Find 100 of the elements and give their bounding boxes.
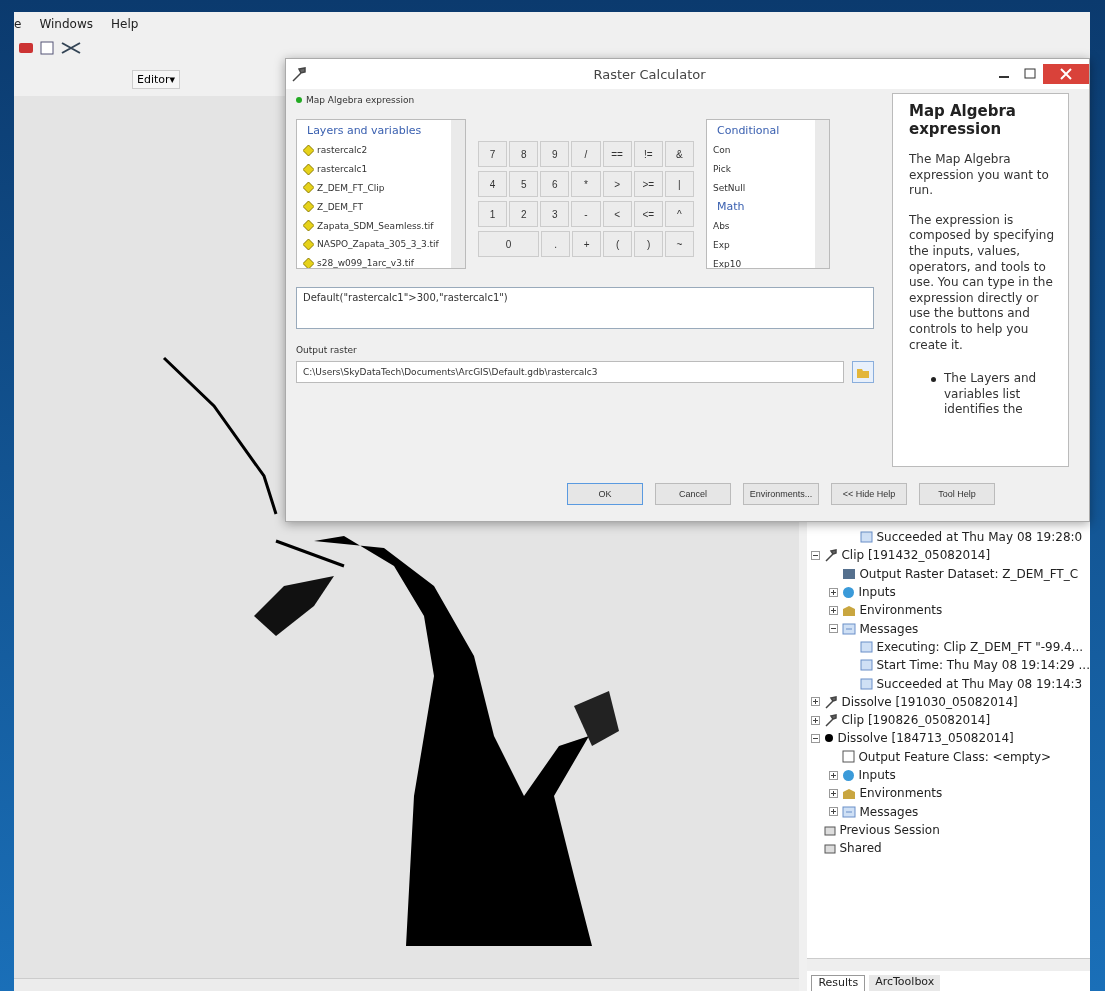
calculator-key[interactable]: 1 — [478, 201, 508, 227]
scroll-bar[interactable] — [807, 958, 1090, 971]
help-text: The Layers and variables list identifies the — [944, 371, 1038, 418]
calculator-key[interactable]: - — [571, 201, 601, 227]
tree-item[interactable]: Succeeded at Thu May 08 19:14:3 — [876, 676, 1083, 691]
calculator-key[interactable]: 9 — [540, 141, 570, 167]
layers-list[interactable]: Layers and variables rastercalc2 rastercalc1 Z_DEM_FT_Clip Z_DEM_FT Zapata_SDM_Seamless.tif NASPO_Zapata_305_3_3.tif s28_w099_1arc_v3.tif — [296, 119, 466, 269]
tree-item[interactable]: Shared — [839, 841, 882, 856]
list-item[interactable]: rastercalc2 — [317, 145, 368, 156]
list-item[interactable]: NASPO_Zapata_305_3_3.tif — [317, 239, 439, 250]
section-title: Map Algebra expression — [306, 95, 415, 105]
calculator-key[interactable]: + — [572, 231, 602, 257]
tree-item[interactable]: Dissolve [191030_05082014] — [841, 694, 1018, 709]
list-item[interactable]: Zapata_SDM_Seamless.tif — [317, 220, 434, 231]
expander[interactable] — [829, 807, 840, 817]
tree-item[interactable]: Dissolve [184713_05082014] — [837, 731, 1014, 746]
expander[interactable] — [811, 715, 822, 725]
dialog-button[interactable]: << Hide Help — [831, 483, 907, 505]
window-icon[interactable] — [40, 41, 54, 55]
dialog-button[interactable]: Environments... — [743, 483, 819, 505]
expression-field[interactable]: Default("rastercalc1">300,"rastercalc1") — [296, 287, 874, 329]
calculator-key[interactable]: 8 — [509, 141, 539, 167]
diamond-icon — [303, 201, 314, 213]
calculator-key[interactable]: ( — [603, 231, 633, 257]
calculator-key[interactable]: / — [571, 141, 601, 167]
list-item[interactable]: Abs — [713, 217, 813, 236]
tree-item[interactable]: Succeeded at Thu May 08 19:28:0 — [876, 530, 1083, 545]
calculator-key[interactable]: 7 — [478, 141, 508, 167]
panel-tab[interactable]: Results — [811, 975, 866, 991]
tree-item[interactable]: Output Feature Class: <empty> — [858, 749, 1052, 764]
calculator-key[interactable]: ~ — [665, 231, 694, 257]
panel-tab[interactable]: ArcToolbox — [869, 975, 941, 991]
close-button[interactable] — [1043, 64, 1089, 84]
expander[interactable] — [829, 587, 840, 597]
tree-item[interactable]: Clip [191432_05082014] — [841, 548, 991, 563]
list-item[interactable]: Exp — [713, 236, 813, 255]
tree-item[interactable]: Environments — [859, 603, 943, 618]
expander[interactable] — [811, 733, 822, 743]
expander[interactable] — [829, 770, 840, 780]
calculator-key[interactable]: 3 — [540, 201, 570, 227]
menu-item[interactable]: Windows — [39, 17, 93, 31]
dialog-button[interactable]: OK — [567, 483, 643, 505]
calculator-key[interactable]: . — [541, 231, 571, 257]
menu-item[interactable]: Help — [110, 17, 139, 31]
calculator-key[interactable]: <= — [633, 201, 663, 227]
calculator-key[interactable]: > — [602, 171, 632, 197]
list-item[interactable]: Pick — [713, 160, 813, 179]
calculator-key[interactable]: 2 — [509, 201, 539, 227]
message-icon — [860, 531, 874, 544]
expander[interactable] — [811, 697, 822, 707]
calculator-key[interactable]: & — [664, 141, 694, 167]
message-icon — [860, 640, 874, 653]
editor-menu[interactable]: Editor▾ — [132, 70, 181, 89]
expander[interactable] — [829, 788, 840, 798]
list-item[interactable]: s28_w099_1arc_v3.tif — [317, 258, 414, 268]
list-item[interactable]: SetNull — [713, 179, 813, 198]
calculator-key[interactable]: * — [571, 171, 601, 197]
calculator-key[interactable]: != — [633, 141, 663, 167]
dialog-button[interactable]: Tool Help — [919, 483, 995, 505]
list-header: Layers and variables — [306, 123, 423, 139]
calculator-key[interactable]: 5 — [509, 171, 539, 197]
list-item[interactable]: rastercalc1 — [317, 164, 368, 175]
calculator-key[interactable]: == — [602, 141, 632, 167]
calculator-key[interactable]: < — [602, 201, 632, 227]
expander[interactable] — [829, 605, 840, 615]
expander[interactable] — [829, 624, 840, 634]
calculator-key[interactable]: >= — [633, 171, 663, 197]
tree-item[interactable]: Inputs — [858, 768, 896, 782]
tree-item[interactable]: Executing: Clip Z_DEM_FT "-99.4... — [876, 639, 1084, 654]
tree-item[interactable]: Environments — [859, 786, 943, 801]
tree-item[interactable]: Messages — [859, 804, 919, 819]
dialog-button[interactable]: Cancel — [655, 483, 731, 505]
help-text: The expression is composed by specifying the inputs, values, operators, and tools to use. You can type in the expression directly or use the buttons and controls to help you create it. — [909, 212, 1056, 354]
list-item[interactable]: Con — [713, 141, 813, 160]
window-title: Raster Calculator — [592, 66, 707, 82]
raster-icon — [842, 567, 857, 580]
message-icon — [860, 677, 874, 690]
scroll-bar[interactable] — [14, 978, 800, 991]
output-field[interactable]: C:\Users\SkyDataTech\Documents\ArcGIS\Default.gdb\rastercalc3 — [296, 361, 844, 383]
functions-list[interactable]: Conditional Con Pick SetNull Math Abs Exp Exp10 — [706, 119, 830, 269]
calculator-key[interactable]: 6 — [540, 171, 570, 197]
list-item[interactable]: Exp10 — [713, 255, 813, 268]
calculator-key[interactable]: ^ — [664, 201, 694, 227]
tree-item[interactable]: Clip [190826_05082014] — [841, 713, 991, 728]
tree-item[interactable]: Inputs — [858, 585, 896, 600]
calculator-key[interactable]: 0 — [478, 231, 540, 257]
list-item[interactable]: Z_DEM_FT_Clip — [317, 183, 385, 193]
tree-item[interactable]: Messages — [859, 621, 919, 636]
expander[interactable] — [811, 550, 822, 560]
list-item[interactable]: Z_DEM_FT — [317, 201, 364, 212]
message-icon — [842, 622, 857, 635]
tree-item[interactable]: Start Time: Thu May 08 19:14:29 ... — [876, 658, 1090, 673]
tree-item[interactable]: Previous Session — [839, 822, 940, 837]
calculator-key[interactable]: 4 — [478, 171, 508, 197]
scroll-bar[interactable] — [815, 120, 829, 268]
calculator-key[interactable]: ) — [634, 231, 664, 257]
calculator-key[interactable]: | — [664, 171, 694, 197]
menu-item[interactable]: e — [14, 17, 22, 31]
tree-item[interactable]: Output Raster Dataset: Z_DEM_FT_C — [859, 566, 1079, 581]
scroll-bar[interactable] — [451, 120, 465, 268]
